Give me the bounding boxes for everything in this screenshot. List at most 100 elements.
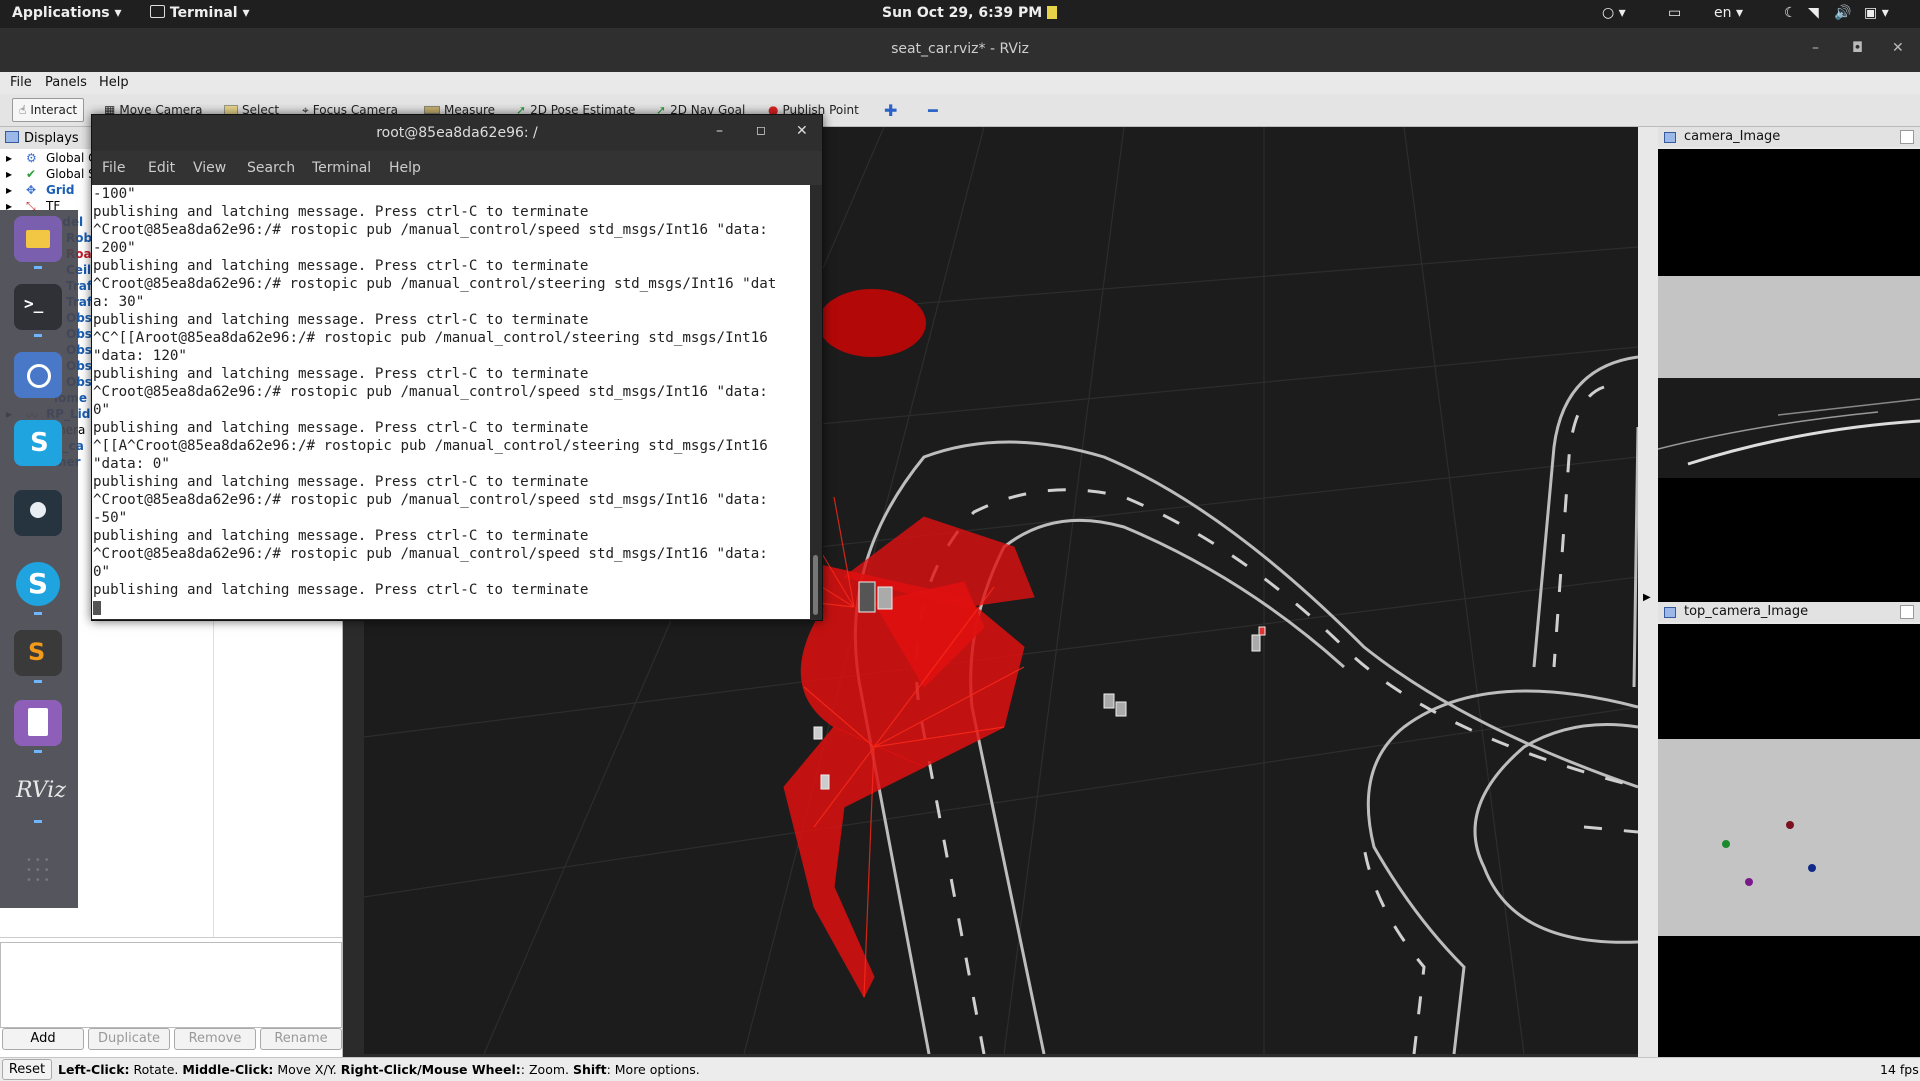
status-right-click-desc: : Zoom. [520, 1062, 573, 1077]
terminal-minimize-button[interactable]: – [716, 123, 723, 139]
gear-icon: ⚙ [26, 151, 37, 165]
note-icon [1047, 6, 1058, 19]
duplicate-display-button[interactable]: Duplicate [88, 1028, 170, 1050]
camera-panels: camera_Image top_camera_Image [1657, 127, 1920, 1057]
top-camera-image-view[interactable] [1658, 624, 1920, 1057]
terminal-window[interactable]: root@85ea8da62e96: / – ◻ ✕ File Edit Vie… [91, 114, 823, 621]
terminal-title-bar[interactable]: root@85ea8da62e96: / – ◻ ✕ [92, 115, 822, 151]
system-menu[interactable]: ▣ ▾ [1864, 5, 1889, 21]
skype-preview-icon[interactable]: S [14, 560, 62, 606]
terminal-app-menu[interactable]: Terminal ▾ [150, 5, 249, 21]
volume-icon[interactable]: 🔊 [1834, 5, 1851, 21]
terminal-line: ^Croot@85ea8da62e96:/# rostopic pub /man… [93, 384, 768, 400]
wifi-icon[interactable]: ◥ [1808, 5, 1819, 21]
terminal-output[interactable]: -100" publishing and latching message. P… [92, 185, 811, 619]
rviz-status-bar: Reset Left-Click: Rotate. Middle-Click: … [0, 1057, 1920, 1081]
top-camera-image-svg [1658, 739, 1920, 936]
applications-label: Applications [12, 5, 110, 21]
tool-interact[interactable]: ☝ Interact [12, 98, 85, 122]
image-icon [1664, 607, 1676, 618]
terminal-menu-edit[interactable]: Edit [148, 160, 175, 176]
terminal-menu-file[interactable]: File [102, 160, 125, 176]
chevron-down-icon: ▾ [1881, 5, 1889, 21]
fps-counter: 14 fps [1880, 1062, 1919, 1077]
terminal-line: publishing and latching message. Press c… [93, 312, 589, 328]
scrollbar-thumb[interactable] [813, 555, 818, 615]
terminal-maximize-button[interactable]: ◻ [756, 123, 766, 137]
display-icon[interactable]: ▭ [1668, 5, 1681, 21]
tree-item-label: Grid [46, 183, 75, 197]
image-icon [1664, 132, 1676, 143]
rename-display-button[interactable]: Rename [260, 1028, 342, 1050]
text-editor-icon[interactable] [14, 700, 62, 746]
terminal-menu-view[interactable]: View [193, 160, 226, 176]
terminal-line: ^Croot@85ea8da62e96:/# rostopic pub /man… [93, 222, 768, 238]
app-grid-icon[interactable]: ••• ••• ••• [14, 846, 62, 892]
terminal-line: 0" [93, 402, 111, 418]
files-icon[interactable] [14, 216, 62, 262]
running-indicator [34, 750, 42, 753]
undock-button[interactable] [1900, 605, 1914, 619]
rviz-title-bar: seat_car.rviz* - RViz – ◘ ✕ [0, 28, 1920, 72]
ubuntu-dock: >_ S S S RViz ••• ••• ••• [0, 210, 78, 908]
add-tool-button[interactable]: ✚ [884, 100, 897, 120]
status-left-click: Left-Click: [58, 1062, 130, 1077]
skype-icon[interactable]: S [14, 420, 62, 466]
top-camera-image-title: top_camera_Image [1684, 604, 1809, 619]
gnome-top-bar: Applications ▾ Terminal ▾ Sun Oct 29, 6:… [0, 0, 1920, 28]
checkmark-icon: ✔ [26, 167, 37, 181]
status-shift-desc: : More options. [606, 1062, 700, 1077]
clock[interactable]: Sun Oct 29, 6:39 PM [882, 5, 1058, 21]
maximize-button[interactable]: ◘ [1852, 40, 1863, 56]
top-camera-image-header: top_camera_Image [1658, 602, 1920, 622]
night-light-icon[interactable]: ☾ [1784, 5, 1797, 21]
splitter[interactable]: ▶ [1638, 127, 1658, 1057]
terminal-line: ^C^[[Aroot@85ea8da62e96:/# rostopic pub … [93, 330, 768, 346]
close-button[interactable]: ✕ [1892, 40, 1904, 56]
rviz-icon[interactable]: RViz [14, 768, 66, 814]
menu-help[interactable]: Help [99, 75, 129, 90]
running-indicator [34, 820, 42, 823]
ruler-icon [424, 106, 440, 114]
sublime-icon[interactable]: S [14, 630, 62, 676]
menu-file[interactable]: File [10, 75, 32, 90]
activity-indicator[interactable]: ○ ▾ [1602, 5, 1626, 21]
expand-arrow-icon: ▸ [6, 167, 13, 181]
terminal-cursor [93, 601, 101, 615]
tree-item-label: Global S [46, 167, 96, 181]
undock-button[interactable] [1900, 130, 1914, 144]
terminal-menu-search[interactable]: Search [247, 160, 295, 176]
chromium-icon[interactable] [14, 352, 62, 398]
terminal-icon[interactable]: >_ [14, 284, 62, 330]
terminal-scrollbar[interactable] [810, 185, 822, 619]
applications-menu[interactable]: Applications ▾ [12, 5, 122, 21]
terminal-line: -50" [93, 510, 128, 526]
reset-button[interactable]: Reset [2, 1059, 52, 1080]
language-selector[interactable]: en ▾ [1714, 5, 1743, 21]
chevron-down-icon: ▾ [1618, 5, 1626, 21]
clock-label: Sun Oct 29, 6:39 PM [882, 5, 1043, 21]
menu-panels[interactable]: Panels [45, 75, 87, 90]
language-label: en [1714, 5, 1732, 21]
terminal-menu-terminal[interactable]: Terminal [312, 160, 371, 176]
camera-image-header: camera_Image [1658, 127, 1920, 147]
remove-display-button[interactable]: Remove [174, 1028, 256, 1050]
camera-image-view[interactable] [1657, 149, 1920, 602]
terminal-line: -100" [93, 186, 136, 202]
pin-icon[interactable] [14, 490, 62, 536]
monitor-icon [5, 131, 19, 143]
terminal-line: publishing and latching message. Press c… [93, 582, 589, 598]
hand-icon: ☝ [19, 103, 27, 117]
terminal-close-button[interactable]: ✕ [796, 123, 808, 139]
terminal-app-label: Terminal [169, 5, 238, 21]
remove-tool-button[interactable]: ━ [928, 100, 938, 120]
minimize-button[interactable]: – [1812, 40, 1819, 56]
expand-arrow-icon: ▶ [1643, 592, 1651, 603]
camera-image-svg [1657, 276, 1920, 478]
add-display-button[interactable]: Add [2, 1028, 84, 1050]
terminal-line: publishing and latching message. Press c… [93, 474, 589, 490]
terminal-line: publishing and latching message. Press c… [93, 366, 589, 382]
status-hint: Left-Click: Rotate. Middle-Click: Move X… [58, 1062, 700, 1077]
running-indicator [34, 266, 42, 269]
terminal-menu-help[interactable]: Help [389, 160, 421, 176]
